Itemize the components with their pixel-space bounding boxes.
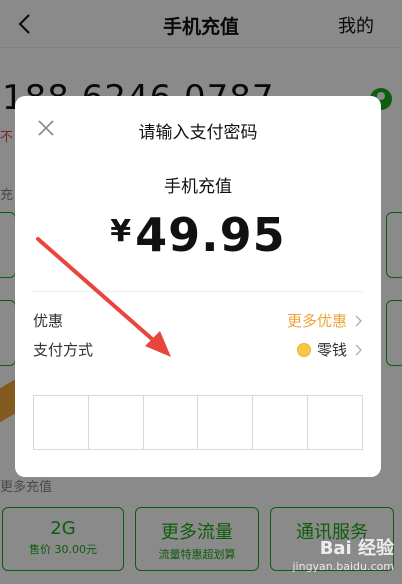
watermark: Bai 经验 jingyan.baidu.com <box>274 534 394 580</box>
amount-row: ¥49.95 <box>15 208 381 262</box>
watermark-url: jingyan.baidu.com <box>292 560 394 573</box>
payment-amount: 49.95 <box>135 208 286 262</box>
payment-password-dialog: 请输入支付密码 手机充值 ¥49.95 优惠 更多优惠 支付方式 零钱 <box>15 96 381 477</box>
pin-cell[interactable] <box>198 396 254 449</box>
password-input[interactable] <box>33 395 363 450</box>
payment-method-label: 支付方式 <box>33 341 94 359</box>
discount-row[interactable]: 优惠 更多优惠 <box>33 310 363 334</box>
watermark-logo: Bai 经验 <box>319 538 394 559</box>
chevron-right-icon <box>355 315 362 327</box>
pin-cell[interactable] <box>144 396 199 449</box>
pin-cell[interactable] <box>308 396 362 449</box>
currency-symbol: ¥ <box>110 214 132 249</box>
payment-method-row[interactable]: 支付方式 零钱 <box>33 339 363 363</box>
chevron-right-icon <box>355 344 362 356</box>
pin-cell[interactable] <box>34 396 89 449</box>
divider <box>33 291 363 292</box>
discount-label: 优惠 <box>33 312 64 330</box>
discount-value: 更多优惠 <box>286 312 347 330</box>
pin-cell[interactable] <box>253 396 309 449</box>
dialog-title: 请输入支付密码 <box>138 123 258 143</box>
coin-icon <box>296 343 311 357</box>
product-name: 手机充值 <box>164 177 232 197</box>
payment-method-value: 零钱 <box>296 339 347 360</box>
payment-method-text: 零钱 <box>316 341 347 359</box>
pin-cell[interactable] <box>89 396 144 449</box>
